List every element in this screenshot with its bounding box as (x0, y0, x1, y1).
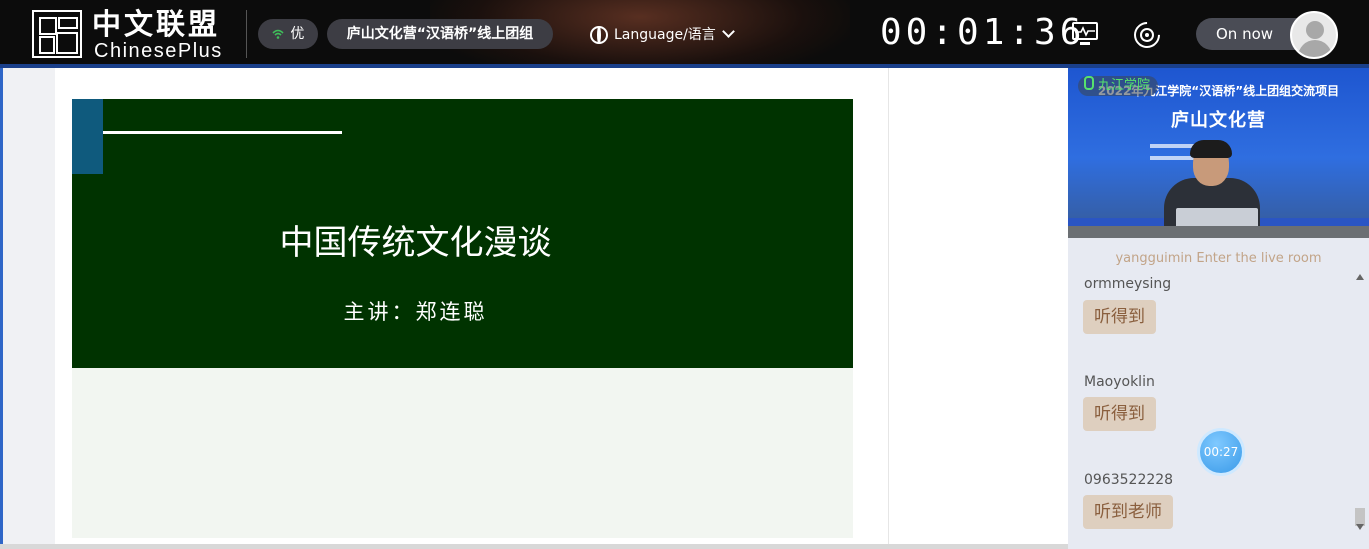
live-timer: 00:01:36 (880, 12, 1086, 53)
wifi-icon (272, 27, 288, 41)
chat-username: Maoyoklin (1084, 374, 1155, 390)
screen-monitor-button[interactable] (1072, 22, 1100, 48)
language-label: Language/语言 (614, 27, 716, 43)
broadcast-dot (1145, 33, 1149, 37)
floating-timer-button[interactable]: 00:27 (1197, 428, 1245, 476)
chat-bubble: 听到老师 (1083, 495, 1173, 529)
chat-username: ormmeysing (1084, 276, 1172, 292)
slide-title: 中国传统文化漫谈 (279, 223, 552, 263)
language-selector[interactable]: Language/语言 (590, 22, 735, 48)
avatar-body (1298, 40, 1332, 57)
presentation-slide: 中国传统文化漫谈 主讲：郑连聪 (72, 99, 853, 368)
slide-rule (103, 131, 342, 134)
video-source-tag: 九江学院 (1078, 76, 1159, 96)
logo-seal-icon (32, 10, 82, 58)
chat-username: 0963522228 (1084, 472, 1174, 488)
header-divider (246, 10, 247, 58)
logo-title-en: ChinesePlus (94, 40, 223, 62)
top-bar: 中文联盟 ChinesePlus 优 庐山文化营“汉语桥”线上团组 Langua… (0, 0, 1369, 68)
user-avatar[interactable] (1290, 11, 1338, 59)
chat-scrollbar[interactable] (1354, 270, 1366, 535)
microphone-icon (1084, 76, 1094, 90)
room-title-badge: 庐山文化营“汉语桥”线上团组 (327, 19, 553, 49)
chat-bubble: 听得到 (1083, 397, 1156, 431)
video-banner-line2: 庐山文化营 (1171, 110, 1266, 131)
teacher-video[interactable]: 2022年九江学院“汉语桥”线上团组交流项目 庐山文化营 九江学院 (1068, 68, 1369, 238)
system-message: yangguimin Enter the live room (1115, 251, 1322, 266)
app-logo: 中文联盟 ChinesePlus (32, 7, 232, 62)
pulse-icon (1075, 26, 1095, 37)
network-quality-label: 优 (290, 26, 305, 42)
chevron-down-icon (721, 25, 735, 38)
network-quality-badge[interactable]: 优 (258, 19, 318, 49)
video-desk (1068, 226, 1369, 238)
slide-accent-block (72, 99, 103, 174)
left-gutter (3, 68, 55, 549)
scroll-down-icon[interactable] (1356, 524, 1364, 530)
broadcast-button[interactable] (1128, 16, 1166, 54)
globe-icon (590, 26, 608, 44)
chat-bubble: 听得到 (1083, 300, 1156, 334)
avatar-head (1306, 21, 1324, 39)
video-source-label: 九江学院 (1098, 78, 1151, 93)
slide-speaker: 主讲：郑连聪 (343, 300, 488, 324)
chat-list[interactable]: yangguimin Enter the live room ormmeysin… (1068, 238, 1369, 549)
video-person-hair (1190, 140, 1232, 158)
scroll-up-icon[interactable] (1356, 274, 1364, 280)
monitor-stand (1080, 42, 1090, 45)
slide-lower-area (72, 368, 853, 538)
bottom-scrollbar[interactable] (0, 544, 1068, 549)
logo-title-cn: 中文联盟 (92, 7, 221, 41)
